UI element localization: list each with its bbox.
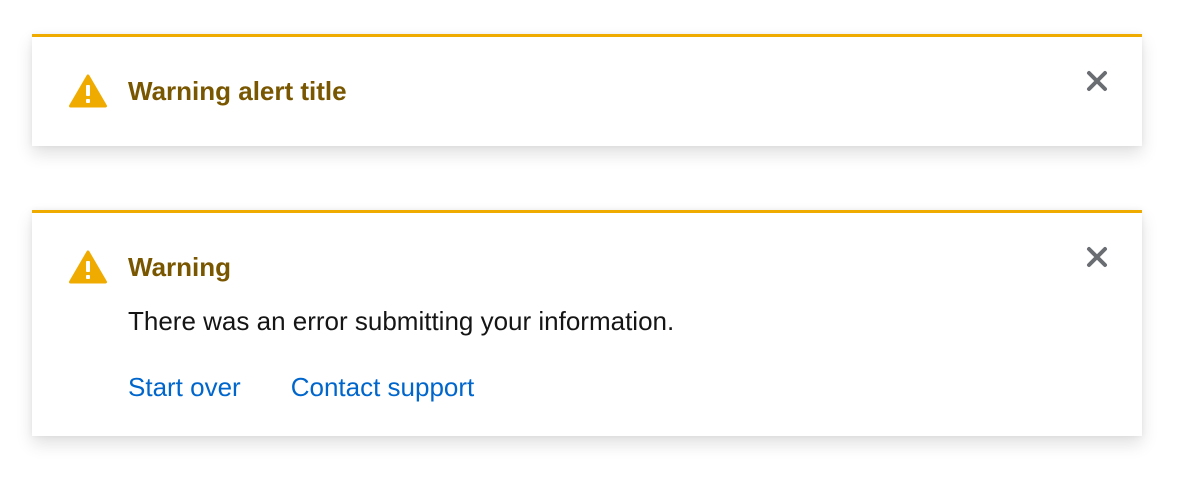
warning-triangle-icon xyxy=(69,74,107,108)
warning-triangle-icon xyxy=(69,250,107,284)
close-icon[interactable] xyxy=(1086,246,1108,268)
alert-action-group: Start over Contact support xyxy=(128,371,474,403)
warning-alert-title-only: Warning alert title xyxy=(32,34,1142,146)
start-over-link[interactable]: Start over xyxy=(128,371,241,403)
close-icon[interactable] xyxy=(1086,70,1108,92)
alert-title: Warning alert title xyxy=(128,76,347,106)
alert-title: Warning xyxy=(128,252,232,282)
alert-description: There was an error submitting your infor… xyxy=(128,306,675,336)
contact-support-link[interactable]: Contact support xyxy=(291,371,475,403)
warning-alert-with-actions: Warning There was an error submitting yo… xyxy=(32,210,1142,436)
